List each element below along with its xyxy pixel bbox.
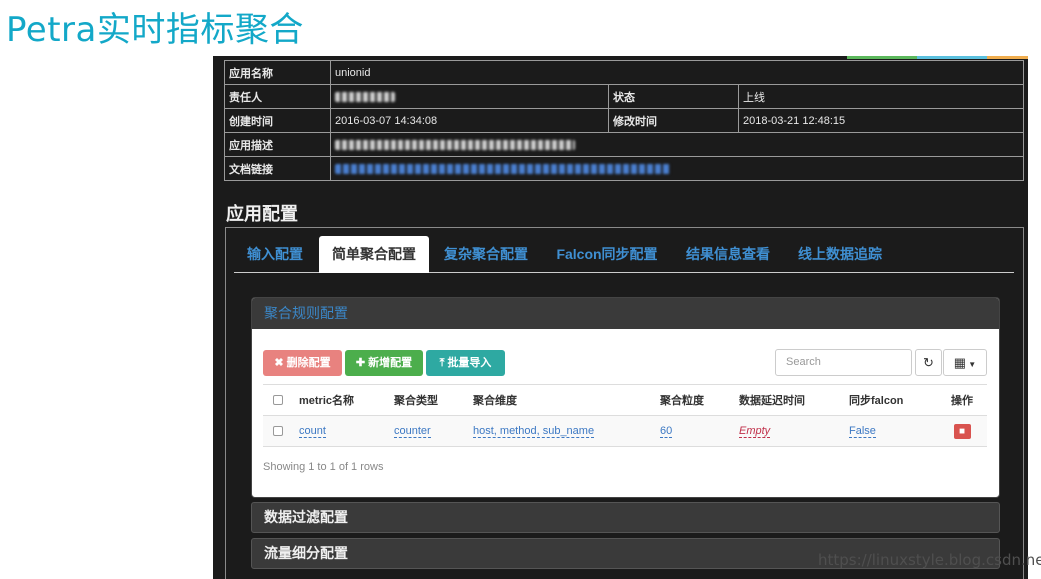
batch-import-button[interactable]: ⤒ 批量导入 — [426, 350, 505, 376]
owner-value-redacted — [335, 91, 395, 102]
delete-config-label: 删除配置 — [286, 357, 331, 369]
top-strip-blue — [917, 56, 987, 59]
grid-icon: ▦ — [953, 355, 967, 370]
add-config-label: 新增配置 — [368, 357, 413, 369]
row-checkbox[interactable] — [273, 426, 283, 437]
desc-value-redacted — [335, 139, 575, 150]
plus-icon: ✚ — [355, 357, 366, 369]
tab-online-trace[interactable]: 线上数据追踪 — [786, 236, 894, 273]
created-value: 2016-03-07 14:34:08 — [330, 108, 609, 133]
add-config-button[interactable]: ✚ 新增配置 — [345, 350, 423, 376]
watermark: https://linuxstyle.blog.csdn.net — [818, 551, 1041, 569]
col-dimensions[interactable]: 聚合维度 — [467, 384, 654, 416]
col-delay[interactable]: 数据延迟时间 — [733, 384, 843, 416]
chevron-down-icon: ▼ — [966, 360, 977, 369]
columns-toggle-button[interactable]: ▦ ▼ — [943, 349, 987, 376]
data-filter-panel[interactable]: 数据过滤配置 — [251, 502, 1000, 533]
status-label: 状态 — [608, 84, 739, 109]
app-name-label: 应用名称 — [224, 60, 331, 85]
doc-link-redacted[interactable] — [335, 163, 670, 174]
owner-label: 责任人 — [224, 84, 331, 109]
tab-complex-aggregation[interactable]: 复杂聚合配置 — [432, 236, 540, 273]
times-icon: ✖ — [274, 357, 284, 369]
col-actions: 操作 — [937, 384, 987, 416]
created-label: 创建时间 — [224, 108, 331, 133]
col-agg-type[interactable]: 聚合类型 — [388, 384, 467, 416]
refresh-button[interactable]: ↻ — [915, 349, 942, 376]
app-screenshot: 应用名称 unionid 责任人 状态 上线 创建时间 2016-03-07 1… — [213, 56, 1028, 579]
tab-input-config[interactable]: 输入配置 — [234, 236, 316, 273]
app-info-table: 应用名称 unionid 责任人 状态 上线 创建时间 2016-03-07 1… — [224, 60, 1024, 181]
metric-cell[interactable]: count — [299, 425, 326, 438]
agg-type-cell[interactable]: counter — [394, 425, 431, 438]
upload-icon: ⤒ — [439, 357, 445, 369]
status-value: 上线 — [738, 84, 1024, 109]
doc-label: 文档链接 — [224, 156, 331, 181]
col-granularity[interactable]: 聚合粒度 — [654, 384, 733, 416]
tab-result-info[interactable]: 结果信息查看 — [674, 236, 782, 273]
sync-falcon-cell[interactable]: False — [849, 425, 876, 438]
batch-import-label: 批量导入 — [447, 357, 492, 369]
modified-label: 修改时间 — [608, 108, 739, 133]
dimensions-cell[interactable]: host, method, sub_name — [473, 425, 595, 438]
select-all-checkbox[interactable] — [273, 395, 283, 406]
pagination-info: Showing 1 to 1 of 1 rows — [263, 461, 384, 473]
tab-bar: 输入配置 简单聚合配置 复杂聚合配置 Falcon同步配置 结果信息查看 线上数… — [234, 236, 1014, 273]
granularity-cell[interactable]: 60 — [660, 425, 673, 438]
table-row: count counter host, method, sub_name 60 … — [263, 415, 987, 447]
delete-config-button[interactable]: ✖ 删除配置 — [263, 350, 342, 376]
config-tabs-panel: 输入配置 简单聚合配置 复杂聚合配置 Falcon同步配置 结果信息查看 线上数… — [225, 227, 1024, 579]
delay-cell[interactable]: Empty — [739, 425, 771, 438]
page-title: Petra实时指标聚合 — [6, 10, 304, 50]
aggregation-rules-panel: 聚合规则配置 ✖ 删除配置 ✚ 新增配置 ⤒ 批量导入 Search ↻ ▦ ▼ me… — [251, 297, 1000, 498]
rules-table: metric名称 聚合类型 聚合维度 聚合粒度 数据延迟时间 同步falcon … — [263, 384, 987, 447]
tab-simple-aggregation[interactable]: 简单聚合配置 — [319, 236, 429, 273]
desc-label: 应用描述 — [224, 132, 331, 157]
search-input[interactable]: Search — [775, 349, 912, 376]
trash-icon[interactable]: ■ — [953, 423, 971, 439]
top-strip-orange — [987, 56, 1028, 59]
modified-value: 2018-03-21 12:48:15 — [738, 108, 1024, 133]
col-metric[interactable]: metric名称 — [293, 384, 388, 416]
refresh-icon: ↻ — [923, 355, 934, 370]
rules-panel-heading[interactable]: 聚合规则配置 — [252, 298, 999, 329]
top-strip-green — [847, 56, 917, 59]
col-sync-falcon[interactable]: 同步falcon — [843, 384, 937, 416]
app-name-value: unionid — [330, 60, 1024, 85]
table-header-row: metric名称 聚合类型 聚合维度 聚合粒度 数据延迟时间 同步falcon … — [263, 384, 987, 416]
section-title: 应用配置 — [226, 204, 298, 224]
tab-falcon-sync[interactable]: Falcon同步配置 — [545, 236, 669, 273]
